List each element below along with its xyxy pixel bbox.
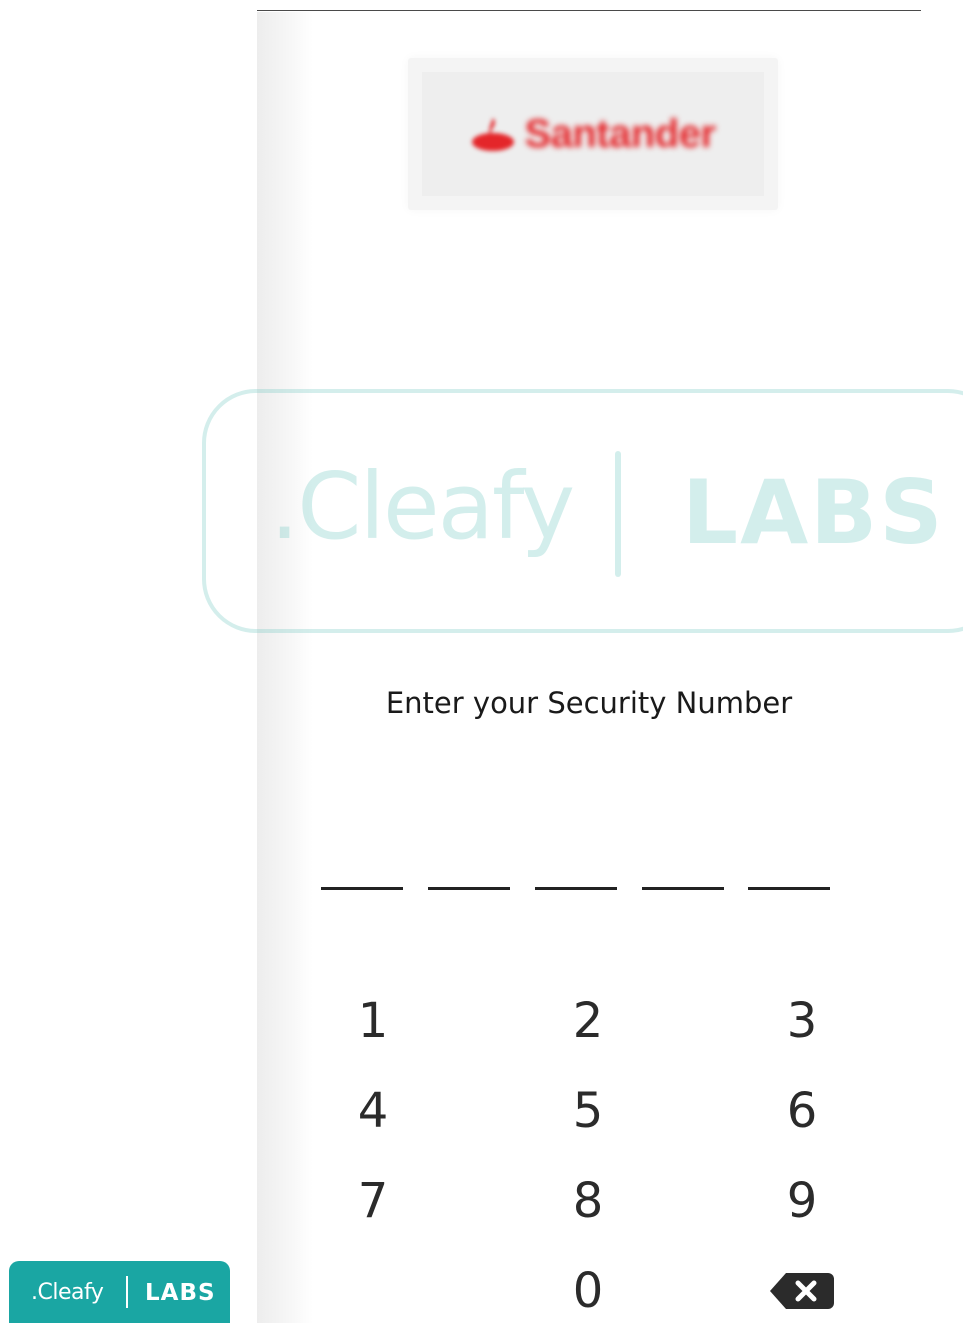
bank-logo: Santander	[422, 72, 764, 196]
pin-slot-4	[642, 887, 724, 890]
pin-slot-5	[748, 887, 830, 890]
cleafy-labs-badge: .Cleafy LABS	[9, 1261, 230, 1323]
pin-slot-1	[321, 887, 403, 890]
bank-name: Santander	[524, 111, 716, 156]
top-divider	[257, 10, 921, 11]
keypad-key-4[interactable]: 4	[313, 1076, 433, 1146]
keypad-key-8[interactable]: 8	[528, 1166, 648, 1236]
bank-logo-card: Santander	[408, 58, 778, 210]
keypad-key-6[interactable]: 6	[742, 1076, 862, 1146]
keypad-key-0[interactable]: 0	[528, 1256, 648, 1326]
badge-labs: LABS	[145, 1280, 216, 1306]
phone-screen: Santander Enter your Security Number 1 2…	[257, 0, 963, 1323]
pin-slot-2	[428, 887, 510, 890]
pin-slot-3	[535, 887, 617, 890]
badge-brand: .Cleafy	[31, 1280, 104, 1305]
keypad-key-5[interactable]: 5	[528, 1076, 648, 1146]
backspace-icon[interactable]	[768, 1271, 836, 1311]
keypad-key-2[interactable]: 2	[528, 986, 648, 1056]
keypad-key-9[interactable]: 9	[742, 1166, 862, 1236]
keypad-key-7[interactable]: 7	[313, 1166, 433, 1236]
santander-flame-icon	[472, 118, 515, 151]
security-number-prompt: Enter your Security Number	[385, 686, 793, 720]
screen-edge-shadow	[257, 12, 313, 1323]
keypad-key-3[interactable]: 3	[742, 986, 862, 1056]
badge-divider	[126, 1276, 128, 1308]
keypad-key-1[interactable]: 1	[313, 986, 433, 1056]
